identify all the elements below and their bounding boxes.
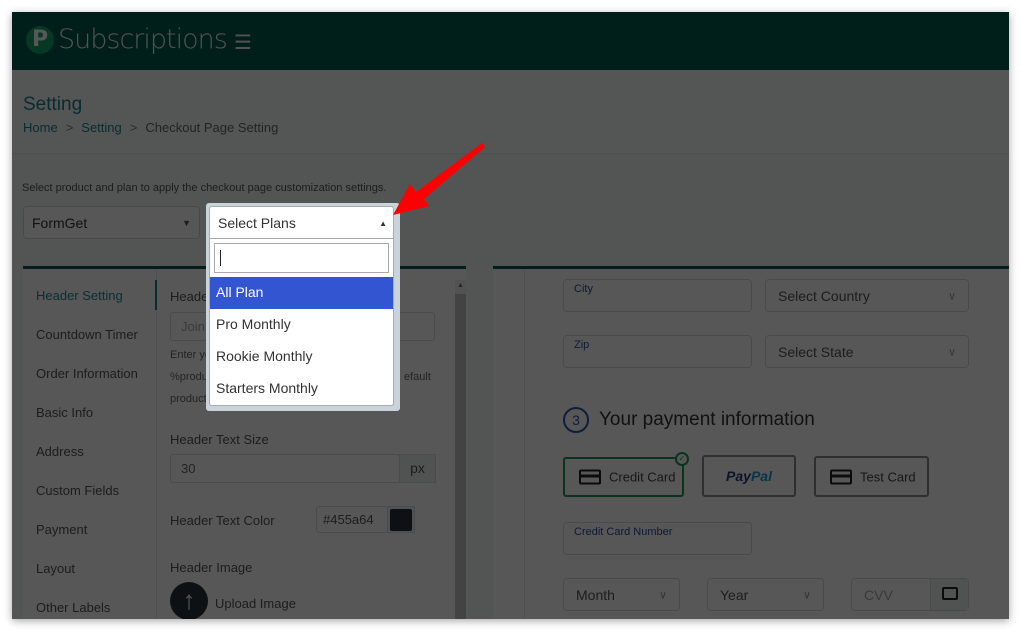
arrow-shape (393, 143, 485, 215)
app-window: P Subscriptions ☰ Setting Home>Setting>C… (12, 12, 1009, 619)
annotation-arrow-icon (393, 143, 485, 215)
